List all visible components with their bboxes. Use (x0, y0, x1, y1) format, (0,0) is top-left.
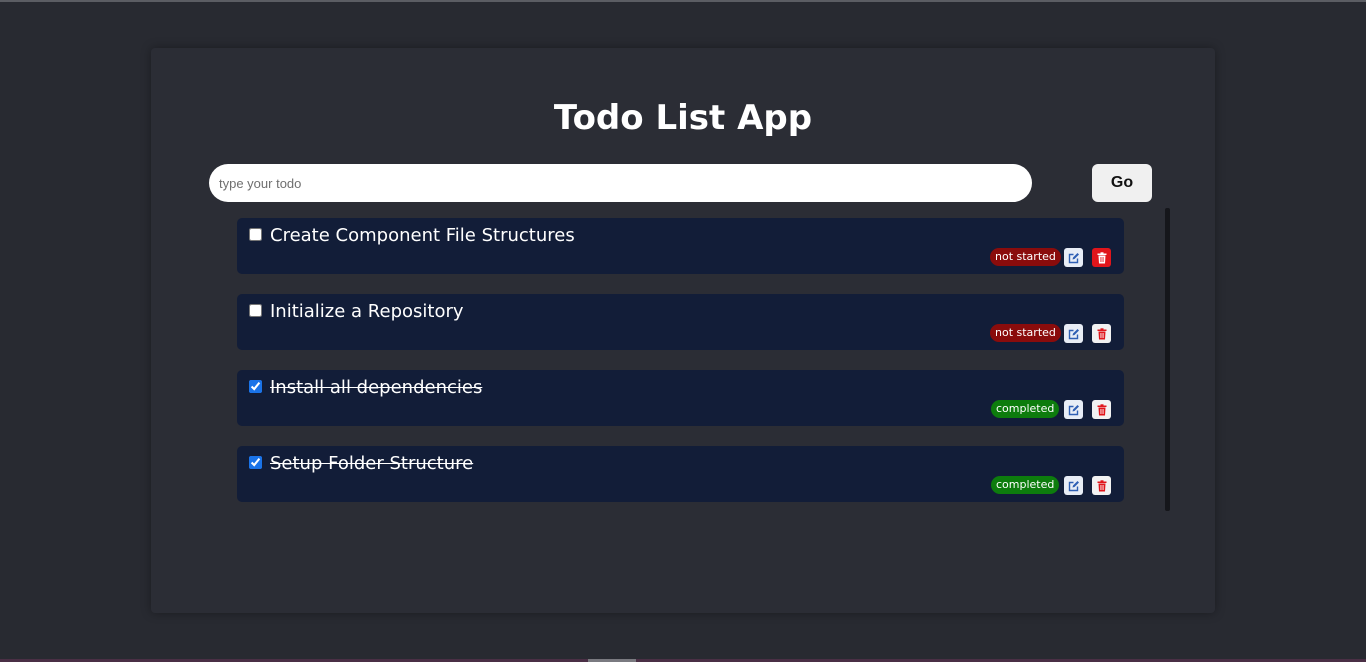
delete-button[interactable] (1092, 324, 1111, 343)
todo-checkbox[interactable] (249, 228, 262, 241)
todo-item: Initialize a Repository not started (237, 294, 1124, 350)
go-button[interactable]: Go (1092, 164, 1152, 202)
todo-text: Create Component File Structures (270, 225, 575, 246)
todo-text: Install all dependencies (270, 377, 483, 398)
trash-icon (1097, 251, 1106, 263)
status-badge: completed (991, 400, 1060, 418)
list-scrollbar[interactable] (1165, 208, 1170, 511)
todo-checkbox[interactable] (249, 380, 262, 393)
todo-text: Initialize a Repository (270, 301, 464, 322)
todo-item: Setup Folder Structure completed (237, 446, 1124, 502)
todo-text: Setup Folder Structure (270, 453, 474, 474)
edit-icon (1068, 252, 1079, 263)
edit-button[interactable] (1064, 248, 1083, 267)
status-badge: completed (991, 476, 1060, 494)
status-badge: not started (990, 248, 1061, 266)
edit-button[interactable] (1064, 476, 1083, 495)
status-badge: not started (990, 324, 1061, 342)
edit-button[interactable] (1064, 400, 1083, 419)
delete-button[interactable] (1092, 476, 1111, 495)
edit-icon (1068, 404, 1079, 415)
trash-icon (1097, 403, 1106, 415)
edit-icon (1068, 328, 1079, 339)
todo-checkbox[interactable] (249, 456, 262, 469)
page-title: Todo List App (553, 98, 813, 138)
window-top-border (0, 0, 1366, 2)
delete-button[interactable] (1092, 248, 1111, 267)
edit-icon (1068, 480, 1079, 491)
todo-input[interactable] (209, 164, 1032, 202)
trash-icon (1097, 327, 1106, 339)
todo-item: Create Component File Structures not sta… (237, 218, 1124, 274)
todo-checkbox[interactable] (249, 304, 262, 317)
trash-icon (1097, 479, 1106, 491)
delete-button[interactable] (1092, 400, 1111, 419)
todo-item: Install all dependencies completed (237, 370, 1124, 426)
edit-button[interactable] (1064, 324, 1083, 343)
